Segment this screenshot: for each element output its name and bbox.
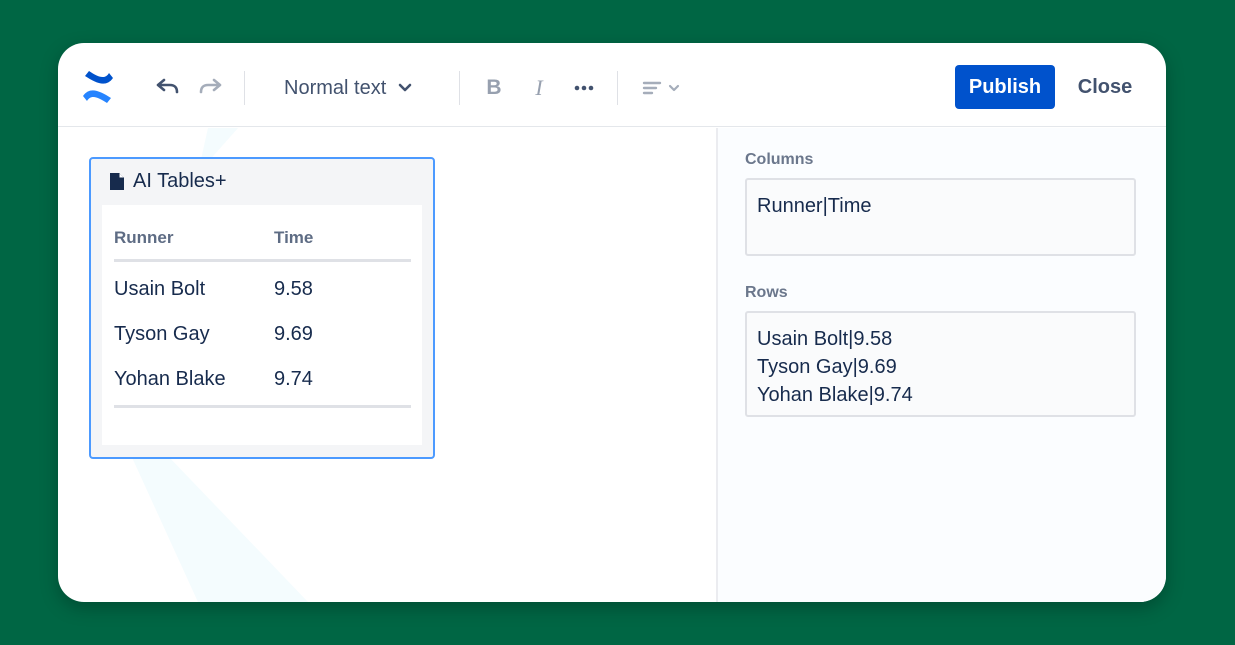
toolbar-separator [459,71,460,105]
macro-body: Runner Time Usain Bolt 9.58 Tyson Gay 9.… [102,205,422,445]
table-row: Usain Bolt 9.58 [114,267,411,312]
table-bottom-border [114,405,411,408]
redo-button[interactable] [196,73,226,103]
publish-button[interactable]: Publish [955,65,1055,109]
editor-window: Normal text B I Publish Close AI Tables+… [58,43,1166,602]
macro-config-panel: Columns Runner|Time Rows Usain Bolt|9.58… [718,128,1166,602]
table-cell: Tyson Gay [114,323,210,345]
bold-button[interactable]: B [480,73,508,103]
table-header-row: Runner Time [114,205,411,262]
macro-title: AI Tables+ [133,170,227,192]
undo-icon [156,78,179,94]
column-header: Time [274,228,314,247]
toolbar: Normal text B I Publish Close [58,43,1166,127]
column-header: Runner [114,228,174,247]
editor-area[interactable]: AI Tables+ Runner Time Usain Bolt 9.58 T… [58,128,716,602]
table-row: Tyson Gay 9.69 [114,312,411,357]
table-cell: 9.58 [274,278,313,300]
ai-tables-macro[interactable]: AI Tables+ Runner Time Usain Bolt 9.58 T… [89,157,435,459]
more-formatting-button[interactable] [570,73,598,103]
table-cell: 9.69 [274,323,313,345]
table-cell: Usain Bolt [114,278,206,300]
alignment-dropdown[interactable] [638,73,684,103]
table-row: Yohan Blake 9.74 [114,357,411,402]
italic-icon: I [535,75,543,100]
chevron-down-icon [398,83,412,92]
columns-field[interactable]: Runner|Time [745,178,1136,256]
rows-label: Rows [745,284,788,301]
toolbar-separator [244,71,245,105]
confluence-logo [83,71,113,103]
chevron-down-icon [668,84,680,92]
columns-label: Columns [745,151,814,168]
table-cell: 9.74 [274,368,313,390]
close-button[interactable]: Close [1070,65,1140,109]
toolbar-separator [617,71,618,105]
redo-icon [199,78,222,94]
more-icon [574,85,594,91]
rows-field[interactable]: Usain Bolt|9.58 Tyson Gay|9.69 Yohan Bla… [745,311,1136,417]
italic-button[interactable]: I [525,73,553,103]
macro-header: AI Tables+ [91,159,433,204]
columns-value: Runner|Time [757,195,872,217]
undo-button[interactable] [152,73,182,103]
document-icon [110,173,124,190]
data-table: Runner Time Usain Bolt 9.58 Tyson Gay 9.… [114,205,411,408]
text-style-label: Normal text [284,76,387,99]
text-style-dropdown[interactable]: Normal text [274,73,412,103]
rows-value-line: Usain Bolt|9.58 [757,328,893,350]
bold-icon: B [486,76,502,99]
rows-value-line: Yohan Blake|9.74 [757,384,913,406]
align-icon [642,81,662,95]
rows-value-line: Tyson Gay|9.69 [757,356,897,378]
table-cell: Yohan Blake [114,368,226,390]
